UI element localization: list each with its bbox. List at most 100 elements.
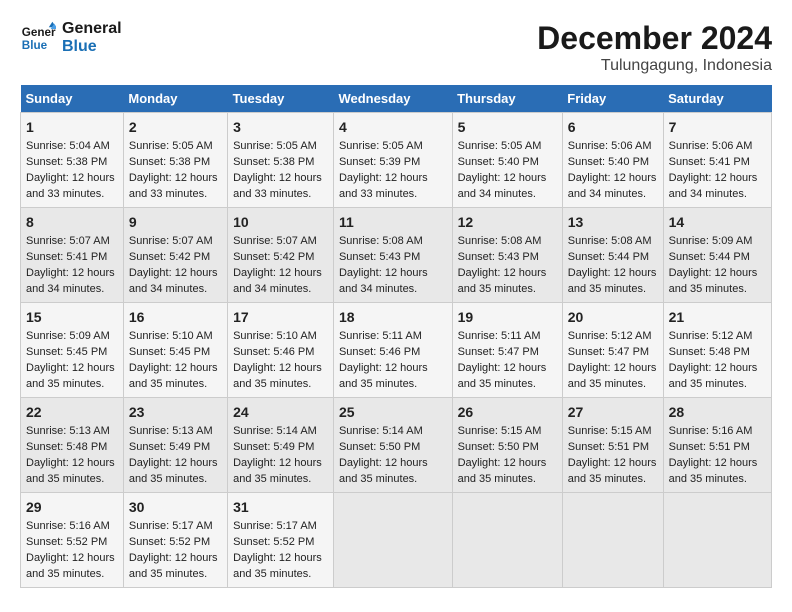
- calendar-cell: 6 Sunrise: 5:06 AM Sunset: 5:40 PM Dayli…: [562, 113, 663, 208]
- sunset-label: Sunset: 5:45 PM: [26, 346, 107, 358]
- day-number: 11: [339, 212, 447, 232]
- sunset-label: Sunset: 5:38 PM: [233, 156, 314, 168]
- calendar-cell: 15 Sunrise: 5:09 AM Sunset: 5:45 PM Dayl…: [21, 303, 124, 398]
- sunset-label: Sunset: 5:39 PM: [339, 156, 420, 168]
- calendar-cell: 29 Sunrise: 5:16 AM Sunset: 5:52 PM Dayl…: [21, 493, 124, 588]
- daylight-label: Daylight: 12 hours and 35 minutes.: [26, 362, 115, 390]
- day-number: 20: [568, 307, 658, 327]
- page-header: General Blue General Blue December 2024 …: [20, 20, 772, 75]
- calendar-cell: 14 Sunrise: 5:09 AM Sunset: 5:44 PM Dayl…: [663, 208, 771, 303]
- svg-text:General: General: [22, 27, 56, 40]
- sunset-label: Sunset: 5:52 PM: [129, 536, 210, 548]
- sunset-label: Sunset: 5:44 PM: [669, 251, 750, 263]
- calendar-cell: 3 Sunrise: 5:05 AM Sunset: 5:38 PM Dayli…: [228, 113, 334, 208]
- calendar-week-4: 22 Sunrise: 5:13 AM Sunset: 5:48 PM Dayl…: [21, 398, 772, 493]
- sunset-label: Sunset: 5:51 PM: [669, 441, 750, 453]
- sunrise-label: Sunrise: 5:06 AM: [568, 140, 652, 152]
- sunrise-label: Sunrise: 5:12 AM: [568, 330, 652, 342]
- day-number: 8: [26, 212, 118, 232]
- daylight-label: Daylight: 12 hours and 35 minutes.: [233, 362, 322, 390]
- day-number: 19: [458, 307, 557, 327]
- sunrise-label: Sunrise: 5:13 AM: [26, 425, 110, 437]
- day-number: 31: [233, 497, 328, 517]
- col-header-wednesday: Wednesday: [333, 85, 452, 113]
- sunrise-label: Sunrise: 5:08 AM: [458, 235, 542, 247]
- daylight-label: Daylight: 12 hours and 33 minutes.: [233, 172, 322, 200]
- day-number: 24: [233, 402, 328, 422]
- daylight-label: Daylight: 12 hours and 35 minutes.: [669, 362, 758, 390]
- sunset-label: Sunset: 5:44 PM: [568, 251, 649, 263]
- calendar-cell: 17 Sunrise: 5:10 AM Sunset: 5:46 PM Dayl…: [228, 303, 334, 398]
- sunset-label: Sunset: 5:42 PM: [233, 251, 314, 263]
- day-number: 28: [669, 402, 766, 422]
- day-number: 5: [458, 117, 557, 137]
- day-number: 13: [568, 212, 658, 232]
- calendar-cell: 16 Sunrise: 5:10 AM Sunset: 5:45 PM Dayl…: [123, 303, 227, 398]
- calendar-cell: 22 Sunrise: 5:13 AM Sunset: 5:48 PM Dayl…: [21, 398, 124, 493]
- col-header-sunday: Sunday: [21, 85, 124, 113]
- daylight-label: Daylight: 12 hours and 35 minutes.: [339, 457, 428, 485]
- sunrise-label: Sunrise: 5:15 AM: [568, 425, 652, 437]
- calendar-cell: 27 Sunrise: 5:15 AM Sunset: 5:51 PM Dayl…: [562, 398, 663, 493]
- sunset-label: Sunset: 5:52 PM: [233, 536, 314, 548]
- sunrise-label: Sunrise: 5:05 AM: [129, 140, 213, 152]
- sunset-label: Sunset: 5:41 PM: [26, 251, 107, 263]
- sunrise-label: Sunrise: 5:09 AM: [26, 330, 110, 342]
- sunrise-label: Sunrise: 5:15 AM: [458, 425, 542, 437]
- calendar-cell: 23 Sunrise: 5:13 AM Sunset: 5:49 PM Dayl…: [123, 398, 227, 493]
- day-number: 4: [339, 117, 447, 137]
- calendar-week-5: 29 Sunrise: 5:16 AM Sunset: 5:52 PM Dayl…: [21, 493, 772, 588]
- calendar-cell: 30 Sunrise: 5:17 AM Sunset: 5:52 PM Dayl…: [123, 493, 227, 588]
- sunset-label: Sunset: 5:46 PM: [339, 346, 420, 358]
- daylight-label: Daylight: 12 hours and 35 minutes.: [129, 552, 218, 580]
- daylight-label: Daylight: 12 hours and 35 minutes.: [129, 457, 218, 485]
- calendar-cell: 4 Sunrise: 5:05 AM Sunset: 5:39 PM Dayli…: [333, 113, 452, 208]
- sunset-label: Sunset: 5:48 PM: [669, 346, 750, 358]
- calendar-cell: 18 Sunrise: 5:11 AM Sunset: 5:46 PM Dayl…: [333, 303, 452, 398]
- col-header-thursday: Thursday: [452, 85, 562, 113]
- sunrise-label: Sunrise: 5:07 AM: [233, 235, 317, 247]
- daylight-label: Daylight: 12 hours and 35 minutes.: [339, 362, 428, 390]
- calendar-cell: 28 Sunrise: 5:16 AM Sunset: 5:51 PM Dayl…: [663, 398, 771, 493]
- daylight-label: Daylight: 12 hours and 34 minutes.: [233, 267, 322, 295]
- sunset-label: Sunset: 5:45 PM: [129, 346, 210, 358]
- sunset-label: Sunset: 5:48 PM: [26, 441, 107, 453]
- day-number: 2: [129, 117, 222, 137]
- sunset-label: Sunset: 5:41 PM: [669, 156, 750, 168]
- daylight-label: Daylight: 12 hours and 33 minutes.: [339, 172, 428, 200]
- calendar-cell: 31 Sunrise: 5:17 AM Sunset: 5:52 PM Dayl…: [228, 493, 334, 588]
- calendar-week-2: 8 Sunrise: 5:07 AM Sunset: 5:41 PM Dayli…: [21, 208, 772, 303]
- title-block: December 2024 Tulungagung, Indonesia: [537, 20, 772, 75]
- sunset-label: Sunset: 5:52 PM: [26, 536, 107, 548]
- calendar-cell: [452, 493, 562, 588]
- day-number: 29: [26, 497, 118, 517]
- day-number: 22: [26, 402, 118, 422]
- daylight-label: Daylight: 12 hours and 35 minutes.: [233, 457, 322, 485]
- daylight-label: Daylight: 12 hours and 35 minutes.: [458, 267, 547, 295]
- day-number: 16: [129, 307, 222, 327]
- calendar-cell: 11 Sunrise: 5:08 AM Sunset: 5:43 PM Dayl…: [333, 208, 452, 303]
- sunset-label: Sunset: 5:47 PM: [568, 346, 649, 358]
- calendar-cell: 2 Sunrise: 5:05 AM Sunset: 5:38 PM Dayli…: [123, 113, 227, 208]
- sunset-label: Sunset: 5:50 PM: [458, 441, 539, 453]
- day-number: 30: [129, 497, 222, 517]
- calendar-cell: 24 Sunrise: 5:14 AM Sunset: 5:49 PM Dayl…: [228, 398, 334, 493]
- sunrise-label: Sunrise: 5:12 AM: [669, 330, 753, 342]
- sunrise-label: Sunrise: 5:17 AM: [129, 520, 213, 532]
- sunrise-label: Sunrise: 5:09 AM: [669, 235, 753, 247]
- logo-general: General: [62, 20, 122, 38]
- sunrise-label: Sunrise: 5:11 AM: [458, 330, 541, 342]
- sunset-label: Sunset: 5:49 PM: [129, 441, 210, 453]
- daylight-label: Daylight: 12 hours and 35 minutes.: [568, 457, 657, 485]
- daylight-label: Daylight: 12 hours and 35 minutes.: [26, 552, 115, 580]
- calendar-week-3: 15 Sunrise: 5:09 AM Sunset: 5:45 PM Dayl…: [21, 303, 772, 398]
- sunset-label: Sunset: 5:43 PM: [339, 251, 420, 263]
- sunrise-label: Sunrise: 5:04 AM: [26, 140, 110, 152]
- day-number: 18: [339, 307, 447, 327]
- calendar-cell: 19 Sunrise: 5:11 AM Sunset: 5:47 PM Dayl…: [452, 303, 562, 398]
- calendar-cell: 12 Sunrise: 5:08 AM Sunset: 5:43 PM Dayl…: [452, 208, 562, 303]
- calendar-week-1: 1 Sunrise: 5:04 AM Sunset: 5:38 PM Dayli…: [21, 113, 772, 208]
- daylight-label: Daylight: 12 hours and 35 minutes.: [568, 362, 657, 390]
- day-number: 10: [233, 212, 328, 232]
- sunset-label: Sunset: 5:47 PM: [458, 346, 539, 358]
